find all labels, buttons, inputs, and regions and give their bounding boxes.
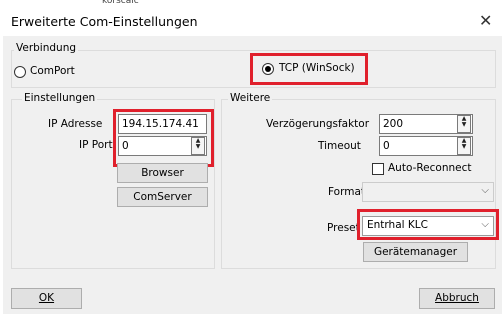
auto-reconnect-checkbox[interactable] <box>372 163 384 175</box>
preset-label: Preset <box>327 222 360 234</box>
timeout-label: Timeout <box>318 140 361 152</box>
format-label: Format <box>328 186 366 198</box>
timeout-spinner[interactable]: ▲ ▼ <box>457 137 471 155</box>
ip-address-label: IP Adresse <box>48 118 103 130</box>
ip-address-field[interactable]: 194.15.174.41 <box>118 114 207 134</box>
tcp-radio[interactable] <box>262 63 274 75</box>
cancel-button[interactable]: Abbruch <box>419 288 495 309</box>
delay-label: Verzögerungsfaktor <box>266 118 370 130</box>
chevron-down-icon: ⌵ <box>481 219 489 230</box>
format-dropdown[interactable]: ⌵ <box>362 182 494 202</box>
port-spinner[interactable]: ▲ ▼ <box>191 137 205 155</box>
delay-spinner[interactable]: ▲ ▼ <box>457 115 471 133</box>
weitere-label: Weitere <box>228 92 273 104</box>
tcp-radio-dot <box>265 66 271 72</box>
comport-label: ComPort <box>30 65 75 77</box>
close-icon[interactable]: ✕ <box>479 11 492 30</box>
preset-dropdown[interactable]: Entrhal KLC ⌵ <box>362 216 494 236</box>
comport-radio[interactable] <box>14 66 26 78</box>
ip-port-label: IP Port <box>79 139 113 151</box>
preset-value: Entrhal KLC <box>367 219 428 231</box>
ok-button[interactable]: OK <box>11 288 82 309</box>
window-title: Erweiterte Com-Einstellungen <box>11 14 198 29</box>
browser-button[interactable]: Browser <box>117 163 208 183</box>
auto-reconnect-label: Auto-Reconnect <box>388 162 472 174</box>
tcp-label: TCP (WinSock) <box>279 62 355 74</box>
verbindung-label: Verbindung <box>14 42 79 54</box>
einstellungen-label: Einstellungen <box>22 92 98 104</box>
chevron-down-icon: ⌵ <box>481 185 489 196</box>
comserver-button[interactable]: ComServer <box>117 187 208 207</box>
geraetemanager-button[interactable]: Gerätemanager <box>363 242 468 262</box>
